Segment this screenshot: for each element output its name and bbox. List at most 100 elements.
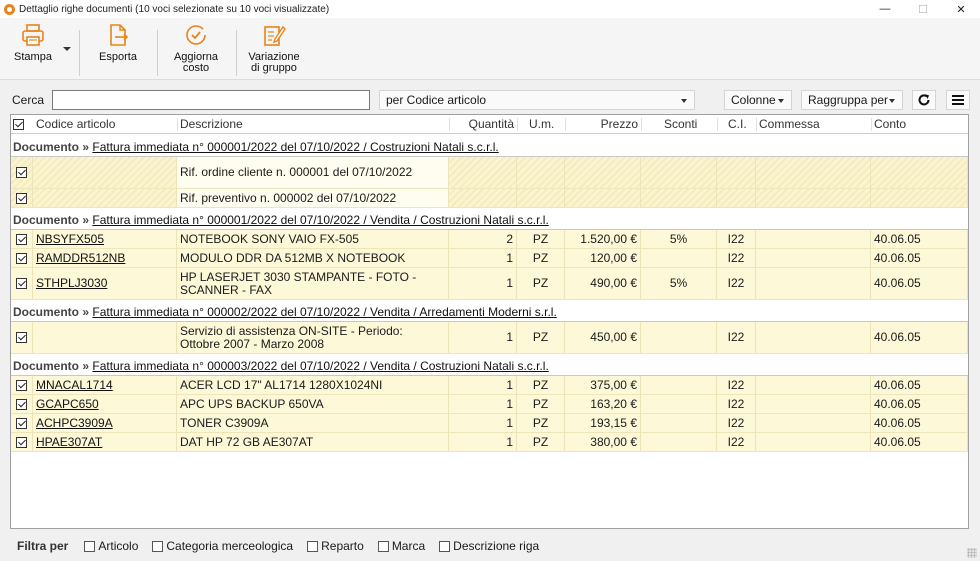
table-row[interactable]: STHPLJ3030 HP LASERJET 3030 STAMPANTE - F… [11, 268, 968, 300]
group-key-label: Documento [13, 213, 79, 227]
cell-descrizione: HP LASERJET 3030 STAMPANTE - FOTO - SCAN… [177, 268, 449, 299]
aggiorna-costo-button[interactable]: Aggiorna costo [170, 22, 222, 78]
app-icon [4, 3, 15, 15]
cell-conto: 40.06.05 [871, 249, 968, 267]
col-sconti[interactable]: Sconti [661, 115, 717, 134]
table-row[interactable]: HPAE307AT DAT HP 72 GB AE307AT 1 PZ 380,00 €… [11, 433, 968, 452]
article-code-link[interactable]: MNACAL1714 [36, 378, 113, 392]
cell-commessa [756, 433, 871, 451]
cell-prezzo-text: 163,20 € [590, 396, 637, 411]
refresh-button[interactable] [912, 90, 936, 110]
group-document-link[interactable]: Fattura immediata n° 000001/2022 del 07/… [92, 213, 548, 227]
table-row[interactable]: MNACAL1714 ACER LCD 17" AL1714 1280X1024N… [11, 376, 968, 395]
select-all-checkbox[interactable] [13, 119, 24, 130]
group-document-link[interactable]: Fattura immediata n° 000001/2022 del 07/… [92, 140, 498, 154]
cell-quantita: 1 [449, 322, 517, 353]
col-ci[interactable]: C.I. [725, 115, 757, 134]
row-checkbox[interactable] [16, 167, 27, 178]
filter-articolo[interactable]: Articolo [84, 539, 138, 553]
row-checkbox[interactable] [16, 332, 27, 343]
table-row[interactable]: NBSYFX505 NOTEBOOK SONY VAIO FX-505 2 PZ 1.5… [11, 230, 968, 249]
cerca-label: Cerca [12, 93, 45, 107]
filter-reparto[interactable]: Reparto [307, 539, 364, 553]
minimize-button[interactable]: — [866, 0, 904, 18]
cell-um: PZ [517, 376, 565, 394]
row-checkbox[interactable] [16, 278, 27, 289]
row-checkbox[interactable] [16, 233, 27, 245]
group-header-row[interactable]: Documento » Fattura immediata n° 000001/… [11, 135, 968, 157]
filter-marca[interactable]: Marca [377, 539, 425, 553]
col-codice-articolo[interactable]: Codice articolo [33, 115, 177, 134]
filter-articolo-checkbox[interactable] [84, 540, 96, 552]
col-commessa[interactable]: Commessa [756, 115, 871, 134]
resize-grip[interactable] [967, 548, 977, 558]
cell-ci-text: I22 [727, 434, 745, 449]
group-document-link[interactable]: Fattura immediata n° 000003/2022 del 07/… [92, 359, 548, 373]
cell-sconti [641, 249, 717, 267]
table-row[interactable]: ACHPC3909A TONER C3909A 1 PZ 193,15 € I22 40.0… [11, 414, 968, 433]
cell-conto-text: 40.06.05 [874, 231, 921, 246]
group-header-row[interactable]: Documento » Fattura immediata n° 000003/… [11, 354, 968, 376]
cell-ci: I22 [717, 376, 756, 394]
raggruppa-per-dropdown[interactable]: Raggruppa per [801, 90, 903, 110]
table-row[interactable]: Servizio di assistenza ON-SITE - Periodo… [11, 322, 968, 354]
article-code-link[interactable]: ACHPC3909A [36, 416, 113, 430]
row-checkbox-cell [11, 433, 33, 451]
group-header-row[interactable]: Documento » Fattura immediata n° 000001/… [11, 208, 968, 230]
filter-categoria-checkbox[interactable] [152, 540, 164, 552]
group-document-link[interactable]: Fattura immediata n° 000002/2022 del 07/… [92, 305, 556, 319]
cell-sconti-text: 5% [669, 276, 688, 290]
article-code-link[interactable]: RAMDDR512NB [36, 251, 125, 265]
row-checkbox[interactable] [16, 252, 27, 264]
cell-sconti [641, 414, 717, 432]
row-checkbox[interactable] [16, 379, 27, 391]
article-code-link[interactable]: STHPLJ3030 [36, 277, 107, 290]
menu-button[interactable] [946, 90, 970, 110]
search-input[interactable] [52, 90, 370, 110]
filter-marca-checkbox[interactable] [377, 540, 389, 552]
table-row[interactable]: RAMDDR512NB MODULO DDR DA 512MB X NOTEBOO… [11, 249, 968, 268]
stampa-dropdown-arrow[interactable] [63, 47, 71, 51]
group-header-row[interactable]: Documento » Fattura immediata n° 000002/… [11, 300, 968, 322]
toolbar-separator [157, 30, 158, 76]
row-checkbox[interactable] [16, 417, 27, 429]
row-checkbox-cell [11, 249, 33, 267]
filter-categoria[interactable]: Categoria merceologica [152, 539, 293, 553]
cell-commessa [756, 268, 871, 299]
cell-quantita: 1 [449, 414, 517, 432]
filter-descrizione-riga-checkbox[interactable] [439, 540, 451, 552]
filter-reparto-checkbox[interactable] [307, 540, 319, 552]
article-code-link[interactable]: GCAPC650 [36, 397, 99, 411]
row-checkbox[interactable] [16, 436, 27, 448]
filter-bar: Filtra per Articolo Categoria merceologi… [0, 531, 980, 561]
cell-prezzo-text: 120,00 € [590, 250, 637, 265]
filter-descrizione-riga[interactable]: Descrizione riga [439, 539, 539, 553]
col-um[interactable]: U.m. [526, 115, 566, 134]
row-checkbox[interactable] [16, 192, 27, 204]
variazione-di-gruppo-button[interactable]: Variazione di gruppo [248, 22, 300, 78]
colonne-dropdown[interactable]: Colonne [724, 90, 792, 110]
select-all-checkbox-cell[interactable] [13, 119, 24, 131]
search-field-select[interactable]: per Codice articolo [379, 90, 695, 110]
close-button[interactable]: ✕ [942, 0, 980, 18]
table-row[interactable]: Rif. preventivo n. 000002 del 07/10/2022 [11, 189, 968, 208]
row-checkbox[interactable] [16, 398, 27, 410]
cell-prezzo: 450,00 € [565, 322, 641, 353]
cell-prezzo-text: 450,00 € [590, 330, 637, 344]
esporta-button[interactable]: Esporta [96, 22, 140, 78]
col-descrizione[interactable]: Descrizione [177, 115, 449, 134]
table-row[interactable]: Rif. ordine cliente n. 000001 del 07/10/… [11, 157, 968, 189]
col-quantita[interactable]: Quantità [449, 115, 517, 134]
col-conto[interactable]: Conto [871, 115, 968, 134]
table-row[interactable]: GCAPC650 APC UPS BACKUP 650VA 1 PZ 163,20 € I… [11, 395, 968, 414]
cell-quantita-text: 1 [506, 434, 513, 449]
stampa-button[interactable]: Stampa [12, 22, 54, 78]
maximize-button[interactable]: ☐ [904, 0, 942, 18]
cell-quantita: 1 [449, 268, 517, 299]
aggiorna-label-line2: costo [182, 62, 210, 74]
article-code-link[interactable]: NBSYFX505 [36, 232, 104, 246]
col-prezzo[interactable]: Prezzo [565, 115, 641, 134]
cell-quantita-text: 2 [506, 231, 513, 246]
article-code-link[interactable]: HPAE307AT [36, 435, 102, 449]
cell-prezzo [565, 189, 641, 207]
